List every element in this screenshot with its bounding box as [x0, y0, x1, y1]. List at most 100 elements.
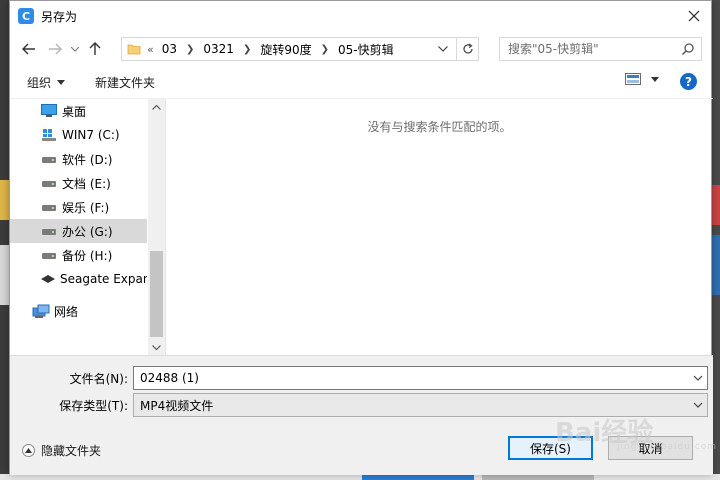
sidebar-item-drive-d[interactable]: 软件 (D:) [10, 147, 147, 171]
breadcrumb-overflow-icon[interactable]: « [147, 43, 154, 56]
hide-folders-toggle[interactable]: 隐藏文件夹 [22, 442, 101, 459]
address-bar[interactable]: « 03 ❯ 0321 ❯ 旋转90度 ❯ 05-快剪辑 [121, 37, 479, 61]
background-thumbnail [0, 180, 9, 220]
background-thumbnail [712, 185, 720, 225]
sidebar-item-drive-c[interactable]: WIN7 (C:) [10, 123, 147, 147]
breadcrumb-item[interactable]: 旋转90度 [260, 41, 311, 58]
organize-label: 组织 [27, 75, 52, 90]
empty-results-message: 没有与搜索条件匹配的项。 [367, 120, 512, 134]
sidebar-item-drive-h[interactable]: 备份 (H:) [10, 243, 147, 267]
view-details-icon [625, 73, 641, 85]
change-view-button[interactable] [625, 73, 659, 85]
background-thumbnail [0, 245, 9, 305]
navigation-bar: « 03 ❯ 0321 ❯ 旋转90度 ❯ 05-快剪辑 [10, 31, 711, 67]
scroll-down-button[interactable] [148, 339, 165, 356]
chevron-right-icon[interactable]: ❯ [321, 44, 329, 55]
organize-menu-button[interactable]: 组织 [27, 74, 66, 91]
caret-down-icon [651, 76, 659, 82]
sidebar-item-label: 软件 (D:) [62, 152, 113, 167]
search-icon [681, 43, 694, 56]
drive-icon [40, 226, 58, 236]
background-thumbnail [712, 235, 720, 295]
forward-button[interactable] [42, 36, 68, 62]
address-dropdown-button[interactable] [434, 38, 452, 60]
close-icon [688, 10, 700, 22]
chevron-right-icon[interactable]: ❯ [243, 44, 251, 55]
filetype-label: 保存类型(T): [59, 398, 128, 413]
chevron-up-circle-icon [22, 444, 35, 457]
search-box[interactable] [499, 37, 702, 61]
sidebar-item-desktop[interactable]: 桌面 [10, 99, 147, 123]
hide-folders-label: 隐藏文件夹 [41, 444, 102, 458]
drive-icon [40, 178, 58, 188]
sidebar-item-label: 办公 (G:) [62, 224, 113, 239]
browser-area: 桌面 WIN7 (C:) 软件 (D:) 文档 (E:) 娱乐 (F:) 办公 … [10, 98, 713, 356]
command-toolbar: 组织 新建文件夹 ? [10, 67, 711, 97]
breadcrumb: « 03 ❯ 0321 ❯ 旋转90度 ❯ 05-快剪辑 [147, 41, 394, 58]
sidebar-item-label: 备份 (H:) [62, 248, 113, 263]
filetype-value: MP4视频文件 [140, 398, 214, 413]
navigation-scrollbar[interactable] [148, 99, 165, 356]
scroll-up-button[interactable] [148, 99, 165, 116]
chevron-down-icon [71, 46, 79, 52]
sidebar-item-drive-f[interactable]: 娱乐 (F:) [10, 195, 147, 219]
windows-drive-icon [40, 128, 58, 142]
caret-down-icon [57, 79, 66, 85]
arrow-left-icon [22, 43, 35, 55]
chevron-up-icon [152, 105, 161, 110]
title-bar: C 另存为 [10, 1, 711, 31]
refresh-icon [462, 43, 473, 54]
save-as-dialog: C 另存为 « 03 ❯ 0321 ❯ 旋转90度 ❯ 05-快剪辑 搜索"05… [9, 0, 713, 475]
filename-field[interactable]: 02488 (1) [133, 366, 708, 390]
filetype-select[interactable]: MP4视频文件 [133, 393, 708, 417]
drive-icon [40, 154, 58, 164]
recent-locations-button[interactable] [68, 36, 82, 62]
help-button[interactable]: ? [680, 73, 697, 90]
chevron-down-icon [438, 46, 448, 52]
breadcrumb-item[interactable]: 0321 [203, 42, 234, 56]
window-title: 另存为 [41, 9, 78, 24]
chevron-right-icon[interactable]: ❯ [186, 44, 194, 55]
app-icon: C [18, 8, 34, 24]
chevron-down-icon [693, 402, 703, 408]
up-button[interactable] [82, 36, 108, 62]
new-folder-button[interactable]: 新建文件夹 [95, 74, 155, 91]
breadcrumb-item[interactable]: 03 [162, 42, 177, 56]
close-button[interactable] [677, 1, 711, 31]
sidebar-item-label: WIN7 (C:) [62, 128, 120, 142]
file-list-pane[interactable]: 没有与搜索条件匹配的项。 [165, 99, 713, 356]
sidebar-item-external-drive[interactable]: Seagate Expan [10, 267, 147, 291]
navigation-pane: 桌面 WIN7 (C:) 软件 (D:) 文档 (E:) 娱乐 (F:) 办公 … [10, 99, 147, 356]
arrow-up-icon [89, 42, 101, 55]
network-icon [32, 303, 50, 319]
background-app-left [0, 0, 9, 480]
drive-icon [40, 202, 58, 212]
sidebar-item-drive-g[interactable]: 办公 (G:) [10, 219, 147, 243]
cancel-button[interactable]: 取消 [608, 436, 693, 460]
breadcrumb-item[interactable]: 05-快剪辑 [338, 41, 394, 58]
desktop-icon [40, 104, 58, 118]
sidebar-item-drive-e[interactable]: 文档 (E:) [10, 171, 147, 195]
sidebar-item-network[interactable]: 网络 [10, 299, 147, 323]
filetype-row: 保存类型(T): MP4视频文件 [10, 393, 713, 417]
filename-label: 文件名(N): [69, 371, 128, 386]
drive-icon [40, 250, 58, 260]
sidebar-item-label: 娱乐 (F:) [62, 200, 110, 215]
refresh-button[interactable] [456, 38, 478, 60]
save-options-panel: 文件名(N): 02488 (1) 保存类型(T): MP4视频文件 隐藏文件夹… [10, 355, 713, 475]
save-button[interactable]: 保存(S) [508, 436, 593, 460]
chevron-down-icon [152, 345, 161, 350]
search-input[interactable] [508, 39, 678, 59]
external-drive-icon [40, 274, 56, 284]
arrow-right-icon [49, 43, 62, 55]
sidebar-item-label: Seagate Expan [60, 272, 147, 286]
folder-icon [127, 44, 141, 55]
filename-value: 02488 (1) [140, 371, 199, 385]
chevron-down-icon[interactable] [693, 372, 703, 384]
filename-row: 文件名(N): 02488 (1) [10, 366, 713, 390]
back-button[interactable] [16, 36, 42, 62]
sidebar-item-label: 桌面 [62, 104, 87, 119]
sidebar-item-label: 文档 (E:) [62, 176, 111, 191]
scrollbar-thumb[interactable] [150, 251, 163, 337]
